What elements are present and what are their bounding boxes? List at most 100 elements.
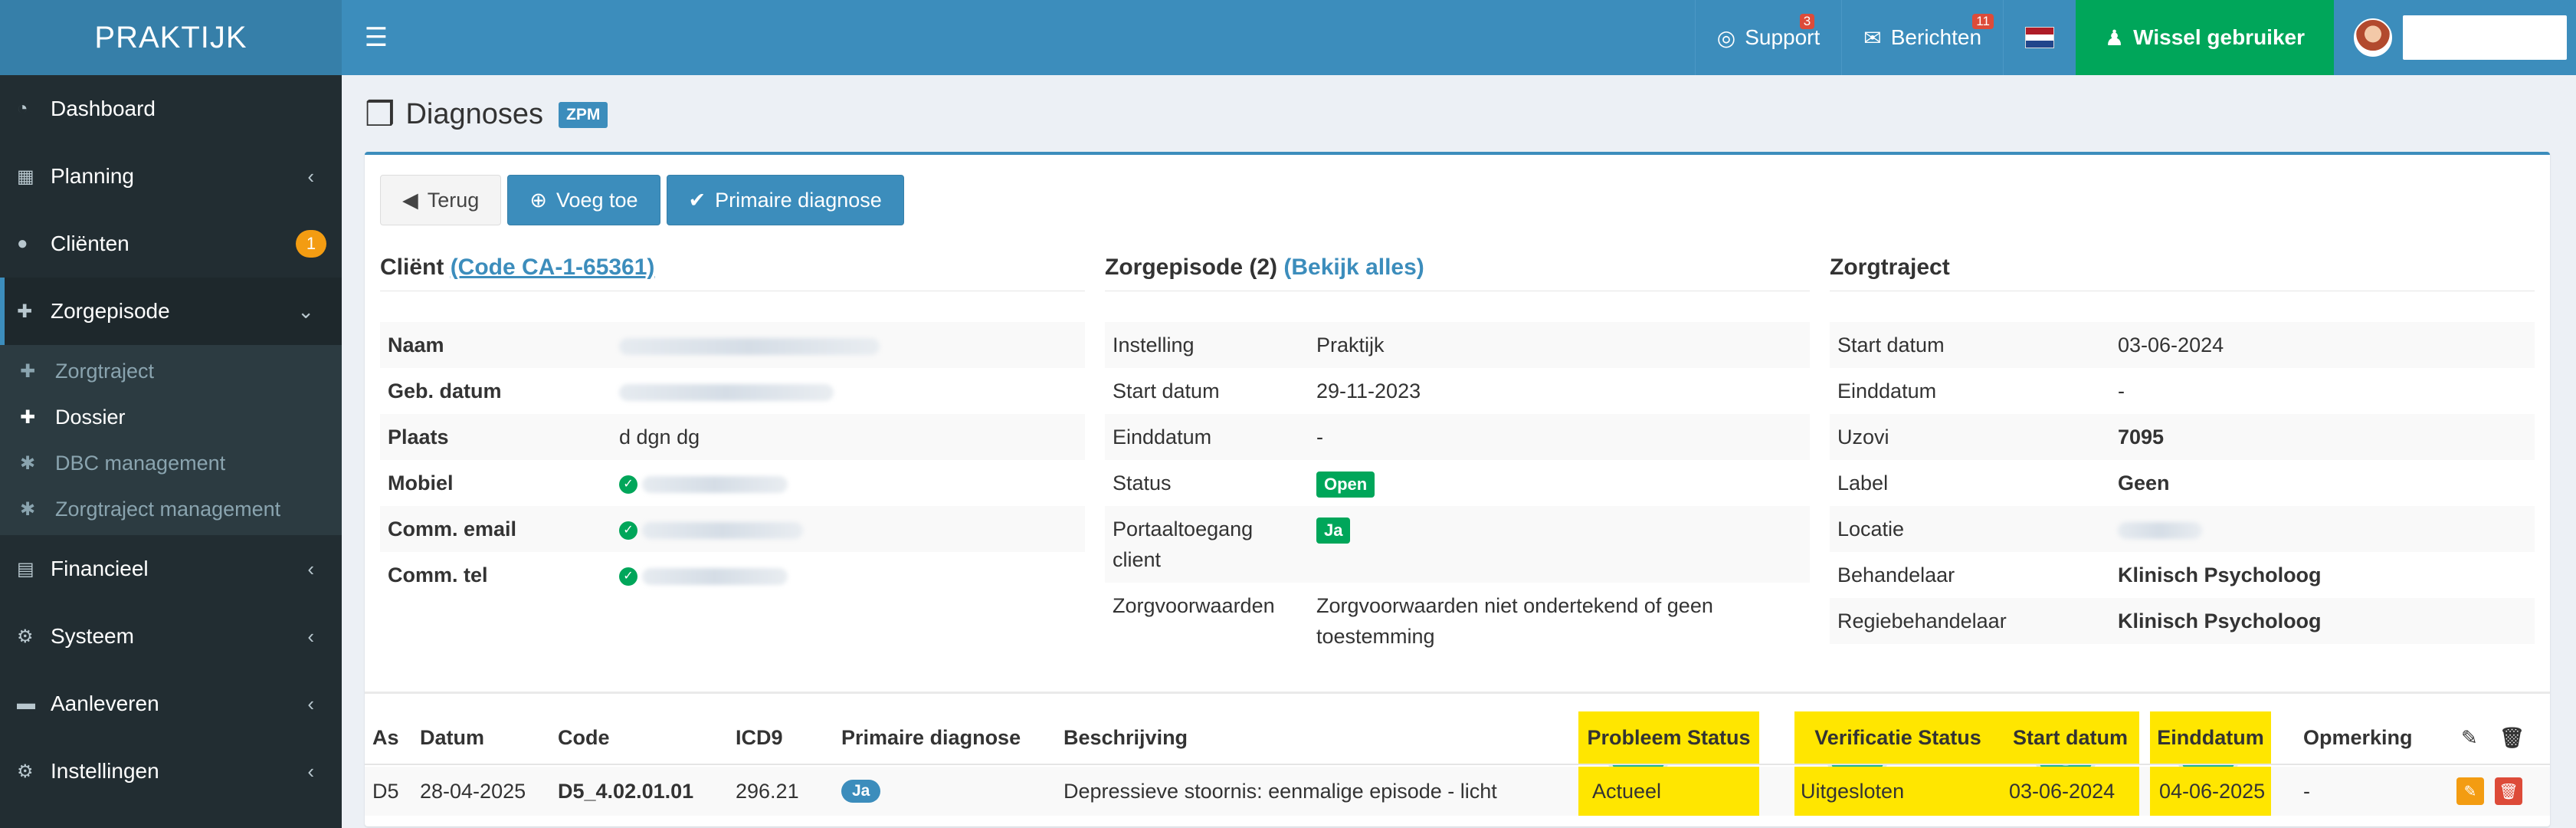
life-ring-icon: ◎ (1716, 25, 1736, 50)
sidebar-item-financieel[interactable]: ▤ Financieel ‹ (0, 535, 342, 603)
row-key: Einddatum (1113, 426, 1212, 449)
brand-logo[interactable]: PRAKTIJK (0, 0, 342, 75)
sidebar-item-clients[interactable]: ● Cliënten 1 (0, 210, 342, 278)
row-value: ✓ (619, 560, 1077, 590)
submenu-item-label: DBC management (55, 451, 226, 475)
user-secret-icon: ♟ (2105, 25, 2125, 50)
verified-check-icon: ✓ (619, 567, 637, 586)
messages-button[interactable]: ✉ Berichten 11 (1841, 0, 2003, 75)
cell-end-date: 04-06-2025 (2150, 767, 2271, 816)
row-key: Portaaltoegang client (1113, 518, 1254, 571)
primary-diagnosis-button[interactable]: ✔ Primaire diagnose (666, 175, 904, 225)
column-header-problem-status[interactable]: Probleem Status (1578, 711, 1759, 764)
envelope-icon: ✉ (1863, 25, 1882, 50)
submenu-item-zorgtraject-management[interactable]: ✱ Zorgtraject management (0, 486, 342, 532)
cell-remark: - (2303, 779, 2310, 803)
column-header-start-date[interactable]: Start datum (2001, 711, 2139, 764)
column-header[interactable]: Datum (420, 711, 484, 764)
redacted-value (2118, 521, 2202, 539)
row-value (619, 330, 1077, 360)
sidebar-item-label: Cliënten (51, 232, 129, 255)
button-toolbar: ◀ Terug ⊕ Voeg toe ✔ Primaire diagnose (380, 175, 910, 225)
primary-diagnosis-label: Primaire diagnose (715, 188, 882, 212)
row-value: Praktijk (1316, 334, 1385, 356)
trash-icon: 🗑 (2499, 725, 2525, 749)
view-all-link[interactable]: (Bekijk alles) (1283, 255, 1424, 280)
row-key: Plaats (388, 426, 449, 449)
user-menu[interactable] (2334, 0, 2576, 75)
sidebar-item-label: Aanleveren (51, 692, 159, 715)
sidebar-item-aanleveren[interactable]: ▬ Aanleveren ‹ (0, 670, 342, 738)
back-button-label: Terug (427, 188, 480, 212)
language-button[interactable] (2003, 0, 2076, 75)
gear-icon: ✱ (20, 452, 36, 474)
row-key: Start datum (1837, 334, 1945, 356)
sidebar-item-instellingen[interactable]: ⚙ Instellingen ‹ (0, 738, 342, 805)
table-header-row: As Datum Code ICD9 Primaire diagnose Bes… (365, 711, 2550, 765)
episode-row: Start datum 29-11-2023 (1105, 368, 1810, 414)
edit-button[interactable]: ✎ (2456, 767, 2484, 816)
arrow-left-circle-icon: ◀ (402, 188, 418, 212)
redacted-value (642, 567, 788, 585)
row-key: Uzovi (1837, 426, 1889, 449)
row-key: Behandelaar (1837, 564, 1955, 586)
sidebar-item-label: Planning (51, 164, 134, 188)
delete-button[interactable]: 🗑 (2495, 767, 2522, 816)
row-value: Geen (2118, 472, 2170, 495)
row-key: Comm. email (388, 518, 517, 540)
sidebar-item-planning[interactable]: ▦ Planning ‹ (0, 143, 342, 210)
cogs-icon: ⚙ (17, 626, 34, 647)
submenu-item-zorgtraject[interactable]: ✚ Zorgtraject (0, 348, 342, 394)
back-button[interactable]: ◀ Terug (380, 175, 502, 225)
traject-panel: Zorgtraject Start datum 03-06-2024 Eindda… (1830, 255, 2535, 644)
column-header-verification-status[interactable]: Verificatie Status (1794, 711, 2001, 764)
switch-user-button[interactable]: ♟ Wissel gebruiker (2076, 0, 2334, 75)
row-value: Klinisch Psycholoog (2118, 564, 2322, 586)
user-name-field[interactable] (2403, 15, 2567, 60)
row-key: Einddatum (1837, 380, 1937, 402)
traject-title-text: Zorgtraject (1830, 255, 1950, 280)
column-header[interactable]: Opmerking (2303, 711, 2413, 764)
column-header[interactable]: ICD9 (736, 711, 783, 764)
chevron-left-icon: ‹ (307, 624, 314, 648)
truck-icon: ▬ (17, 693, 35, 714)
row-value: - (1316, 426, 1323, 449)
avatar[interactable] (2354, 18, 2392, 57)
messages-label: Berichten (1890, 25, 1982, 49)
row-key: Zorgvoorwaarden (1113, 594, 1275, 617)
zorgepisode-submenu: ✚ Zorgtraject ✚ Dossier ✱ DBC management… (0, 345, 342, 535)
pencil-icon[interactable]: ✎ (2456, 777, 2484, 805)
support-button[interactable]: ◎ Support 3 (1694, 0, 1842, 75)
sidebar-item-label: Instellingen (51, 759, 159, 783)
column-header-end-date[interactable]: Einddatum (2150, 711, 2271, 764)
sidebar-item-label: Financieel (51, 557, 149, 580)
row-key: Comm. tel (388, 564, 488, 586)
row-key: Start datum (1113, 380, 1220, 402)
submenu-item-dbc-management[interactable]: ✱ DBC management (0, 440, 342, 486)
trash-icon[interactable]: 🗑 (2495, 777, 2522, 805)
column-header[interactable]: Primaire diagnose (841, 711, 1021, 764)
client-code-link[interactable]: (Code CA-1-65361) (451, 255, 655, 280)
traject-row: Uzovi 7095 (1830, 414, 2535, 460)
add-button-label: Voeg toe (556, 188, 638, 212)
column-header[interactable]: As (372, 711, 399, 764)
column-header[interactable]: Beschrijving (1064, 711, 1188, 764)
sidebar-item-dashboard[interactable]: ◔ Dashboard (0, 75, 342, 143)
row-value: Klinisch Psycholoog (2118, 610, 2322, 632)
traject-row: Einddatum - (1830, 368, 2535, 414)
check-circle-icon: ✔ (688, 188, 706, 212)
page-header: ❒ Diagnoses ZPM (365, 95, 608, 134)
column-header[interactable]: Code (558, 711, 610, 764)
menu-toggle-icon[interactable]: ☰ (342, 0, 411, 75)
client-row: Naam (380, 322, 1085, 368)
page-badge: ZPM (559, 101, 608, 128)
add-button[interactable]: ⊕ Voeg toe (507, 175, 660, 225)
cell-code: D5_4.02.01.01 (558, 779, 694, 803)
row-value: ✓ (619, 514, 1077, 544)
navbar-right: ◎ Support 3 ✉ Berichten 11 ♟ Wissel gebr… (1694, 0, 2576, 75)
traject-details: Start datum 03-06-2024 Einddatum - Uzovi 70… (1830, 322, 2535, 644)
submenu-item-dossier[interactable]: ✚ Dossier (0, 394, 342, 440)
client-details: Naam Geb. datum Plaats d dgn dg Mobiel ✓ C… (380, 322, 1085, 598)
sidebar-item-systeem[interactable]: ⚙ Systeem ‹ (0, 603, 342, 670)
sidebar-item-zorgepisode[interactable]: ✚ Zorgepisode ⌄ (0, 278, 342, 345)
